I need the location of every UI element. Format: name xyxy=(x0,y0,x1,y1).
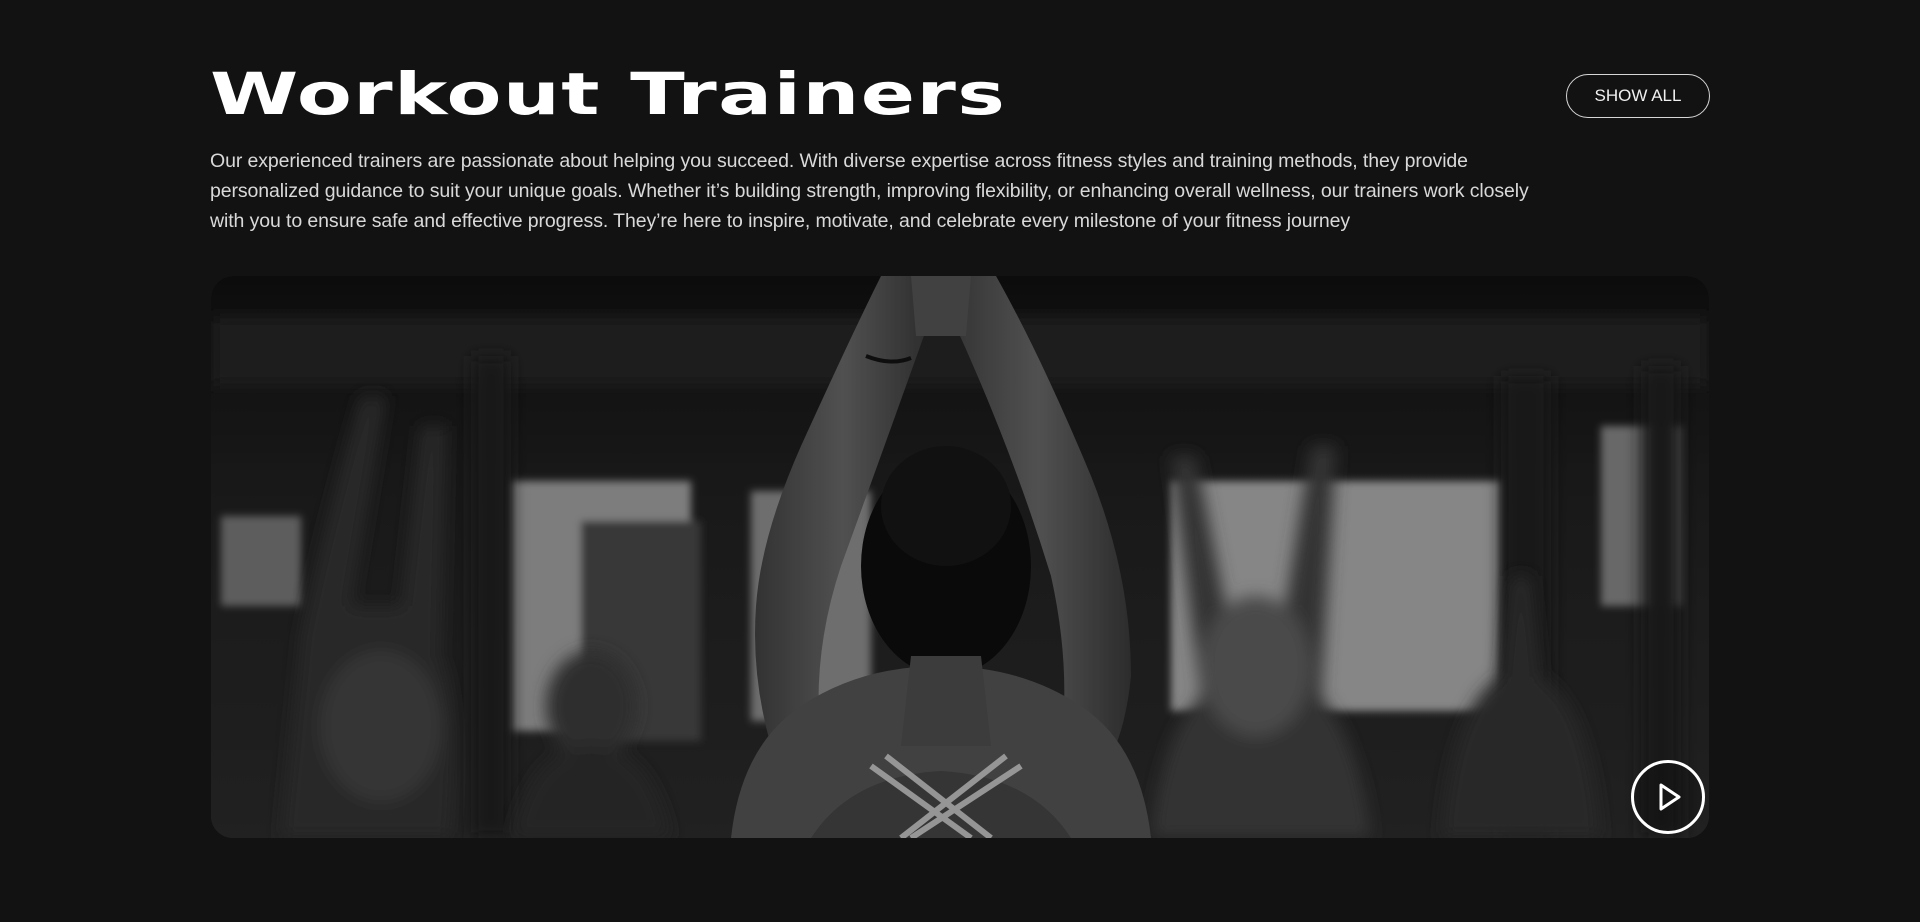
play-icon xyxy=(1659,783,1681,811)
show-all-button[interactable]: SHOW ALL xyxy=(1566,74,1710,118)
section-title: Workout Trainers xyxy=(210,60,1007,128)
video-player[interactable] xyxy=(211,276,1709,838)
play-button[interactable] xyxy=(1631,760,1705,834)
yoga-class-photo xyxy=(211,276,1709,838)
trainers-section: Workout Trainers SHOW ALL Our experience… xyxy=(210,0,1710,922)
section-description: Our experienced trainers are passionate … xyxy=(210,150,1529,232)
